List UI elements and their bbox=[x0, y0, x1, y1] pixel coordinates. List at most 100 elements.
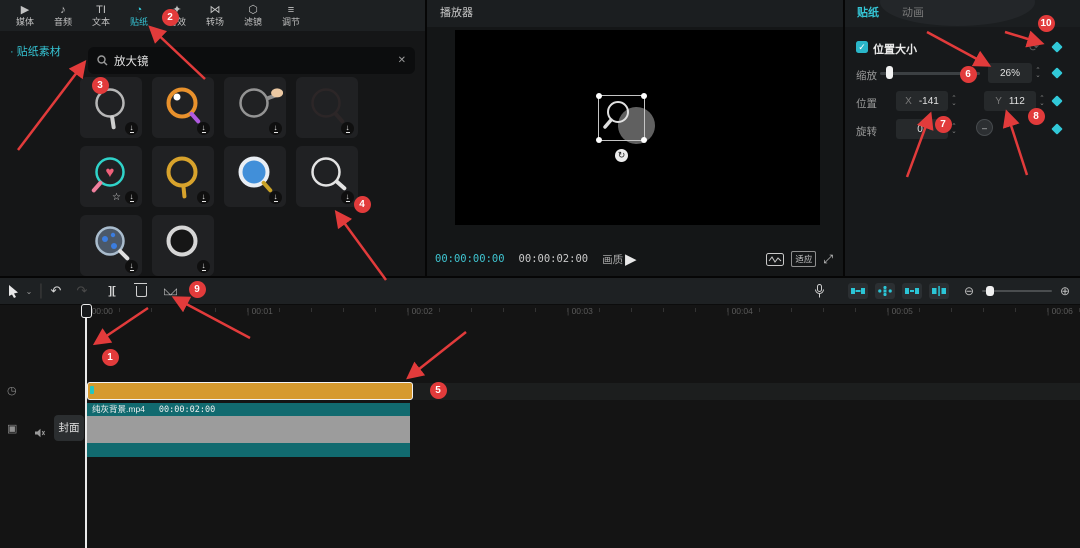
auto-fit-icon bbox=[932, 286, 946, 296]
video-clip-body[interactable] bbox=[87, 416, 410, 443]
download-icon[interactable]: ↓ bbox=[269, 191, 282, 204]
tab-filter[interactable]: ⬡滤镜 bbox=[234, 4, 272, 27]
sticker-search-input[interactable]: 放大镜 ✕ bbox=[88, 47, 415, 74]
undo-button[interactable]: ↶ bbox=[48, 278, 64, 304]
sticker-tile-outline-magnifier[interactable]: ↓ bbox=[296, 146, 358, 207]
ruler-ticks bbox=[87, 308, 1080, 312]
fullscreen-icon[interactable]: ⤢ bbox=[823, 252, 833, 267]
video-clip-footer[interactable] bbox=[87, 443, 410, 457]
timeline-zoom-handle[interactable] bbox=[986, 286, 994, 296]
delete-button[interactable] bbox=[133, 278, 149, 304]
sticker-tile-hand-magnifier[interactable]: ↓ bbox=[224, 77, 286, 138]
tab-text[interactable]: TI文本 bbox=[82, 4, 120, 27]
svg-text:♥: ♥ bbox=[106, 164, 115, 181]
position-label: 位置 bbox=[856, 96, 877, 111]
position-x-field[interactable]: X-141 bbox=[896, 91, 948, 111]
preview-quality-icon[interactable] bbox=[766, 253, 784, 266]
redo-button[interactable]: ↷ bbox=[74, 278, 90, 304]
tab-sticker[interactable]: 贴纸 bbox=[857, 0, 879, 27]
scale-stepper[interactable]: ⌃⌄ bbox=[1034, 63, 1042, 83]
tab-audio[interactable]: ♪音频 bbox=[44, 4, 82, 27]
clock-icon[interactable]: ◷ bbox=[7, 384, 17, 397]
sticker-tile-orange-magnifier[interactable]: ↓ bbox=[152, 77, 214, 138]
zoom-in-icon[interactable]: ⊕ bbox=[1058, 278, 1072, 304]
auto-fit-toggle-button[interactable] bbox=[929, 283, 949, 299]
linkage-toggle-button[interactable] bbox=[875, 283, 895, 299]
download-icon[interactable]: ↓ bbox=[197, 191, 210, 204]
playhead-handle[interactable] bbox=[81, 304, 92, 318]
video-track-icon[interactable]: ▣ bbox=[7, 422, 17, 435]
download-icon[interactable]: ↓ bbox=[125, 122, 138, 135]
position-y-field[interactable]: Y112 bbox=[984, 91, 1036, 111]
fit-button[interactable]: 适应 bbox=[791, 251, 816, 267]
tab-animation[interactable]: 动画 bbox=[902, 0, 924, 27]
tab-media[interactable]: ▶媒体 bbox=[6, 4, 44, 27]
video-clip-header[interactable]: 纯灰背景.mp400:00:02:00 bbox=[87, 403, 410, 416]
annotation-circle-5: 5 bbox=[430, 382, 447, 399]
keyframe-diamond-scale[interactable] bbox=[1051, 67, 1062, 78]
sticker-tile-gold-magnifier[interactable]: ↓ bbox=[152, 146, 214, 207]
scale-value-field[interactable]: 26% bbox=[988, 63, 1032, 83]
snap-toggle-button[interactable] bbox=[848, 283, 868, 299]
sticker-tile-gray-magnifier[interactable]: ↓ bbox=[80, 77, 142, 138]
zoom-out-icon[interactable]: ⊖ bbox=[962, 278, 976, 304]
tab-sticker[interactable]: ◔贴纸 bbox=[120, 4, 158, 27]
download-icon[interactable]: ↓ bbox=[125, 191, 138, 204]
timeline-panel: ⌄ | ↶ ↷ ][ ◺◿ ⊖ ⊕ bbox=[0, 278, 1080, 548]
selection-handle-br[interactable] bbox=[641, 137, 647, 143]
position-x-stepper[interactable]: ⌃⌄ bbox=[950, 91, 958, 111]
clear-search-icon[interactable]: ✕ bbox=[398, 55, 406, 66]
select-tool-chevron-icon[interactable]: ⌄ bbox=[24, 278, 34, 304]
nav-bullet-icon: · bbox=[10, 46, 17, 58]
split-button[interactable]: ][ bbox=[104, 278, 120, 304]
sticker-tile-heart-magnifier[interactable]: ♥ ☆ ↓ bbox=[80, 146, 142, 207]
tab-adjust[interactable]: ≡调节 bbox=[272, 4, 310, 27]
download-icon[interactable]: ↓ bbox=[197, 260, 210, 273]
sticker-tile-lens-magnifier[interactable]: ↓ bbox=[152, 215, 214, 276]
sticker-tile-dark-magnifier[interactable]: ↓ bbox=[296, 77, 358, 138]
tab-label: 贴纸 bbox=[120, 17, 158, 27]
keyframe-diamond-section[interactable] bbox=[1051, 41, 1062, 52]
annotation-circle-3: 3 bbox=[92, 77, 109, 94]
sticker-tile-blue-magnifier[interactable]: ↓ bbox=[224, 146, 286, 207]
mute-audio-icon[interactable] bbox=[34, 425, 46, 443]
video-editor-app: ▶媒体♪音频TI文本◔贴纸✦特效⋈转场⬡滤镜≡调节 · 贴纸素材 放大镜 ✕ ↓… bbox=[0, 0, 1080, 548]
selection-handle-tr[interactable] bbox=[641, 93, 647, 99]
preview-axis-toggle-button[interactable] bbox=[902, 283, 922, 299]
download-icon[interactable]: ↓ bbox=[341, 191, 354, 204]
annotation-circle-4: 4 bbox=[354, 196, 371, 213]
keyframe-diamond-position[interactable] bbox=[1051, 95, 1062, 106]
play-button[interactable]: ▶ bbox=[625, 250, 637, 268]
rotation-dial[interactable]: – bbox=[976, 119, 993, 136]
download-icon[interactable]: ↓ bbox=[125, 260, 138, 273]
preview-canvas[interactable]: ↻ bbox=[455, 30, 820, 225]
scale-slider-handle[interactable] bbox=[886, 66, 893, 79]
keyframe-diamond-rotation[interactable] bbox=[1051, 123, 1062, 134]
playhead-line[interactable] bbox=[85, 304, 87, 548]
download-icon[interactable]: ↓ bbox=[341, 122, 354, 135]
star-icon[interactable]: ☆ bbox=[112, 191, 121, 204]
clip-duration: 00:00:02:00 bbox=[159, 405, 215, 415]
download-icon[interactable]: ↓ bbox=[197, 122, 210, 135]
annotation-circle-2: 2 bbox=[162, 9, 179, 26]
snap-icon bbox=[851, 286, 865, 296]
inspector-panel: 贴纸 动画 ✓ 位置大小 ⟳ 缩放 26% ⌃⌄ 位置 X-141 ⌃⌄ Y11… bbox=[845, 0, 1080, 276]
selection-box[interactable] bbox=[598, 95, 645, 141]
sticker-tile-globe-magnifier[interactable]: ↓ bbox=[80, 215, 142, 276]
selection-handle-bl[interactable] bbox=[596, 137, 602, 143]
position-size-checkbox[interactable]: ✓ bbox=[856, 41, 868, 53]
search-query-text: 放大镜 bbox=[114, 53, 149, 69]
sidebar-item-sticker-material[interactable]: · 贴纸素材 bbox=[10, 43, 61, 59]
sticker-clip[interactable] bbox=[87, 382, 413, 400]
record-voiceover-button[interactable] bbox=[812, 278, 826, 304]
select-tool-button[interactable] bbox=[6, 278, 22, 304]
tab-transition[interactable]: ⋈转场 bbox=[196, 4, 234, 27]
reset-icon[interactable]: ⟳ bbox=[1029, 40, 1039, 54]
transition-icon: ⋈ bbox=[196, 4, 234, 17]
selection-handle-tl[interactable] bbox=[596, 93, 602, 99]
sticker-icon: ◔ bbox=[120, 4, 158, 17]
cover-button[interactable]: 封面 bbox=[54, 415, 84, 441]
mirror-button[interactable]: ◺◿ bbox=[161, 278, 179, 304]
download-icon[interactable]: ↓ bbox=[269, 122, 282, 135]
rotate-handle[interactable]: ↻ bbox=[615, 149, 628, 162]
